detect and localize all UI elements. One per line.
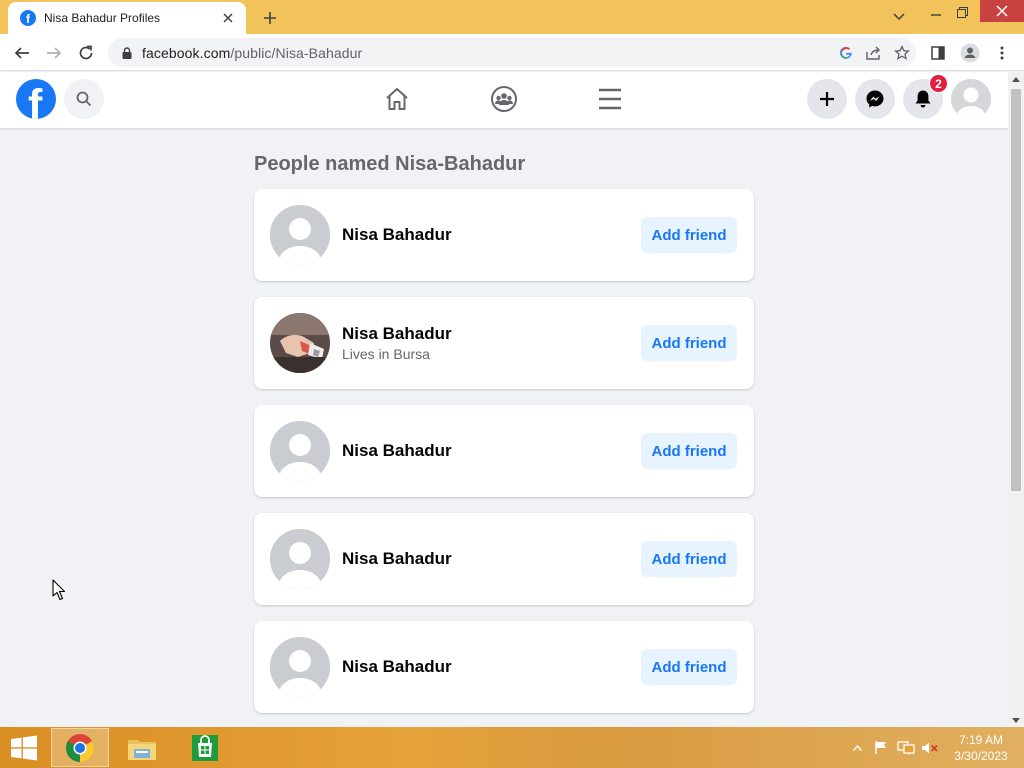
add-friend-button[interactable]: Add friend [641,649,737,685]
create-button[interactable] [807,79,847,119]
chrome-profile-icon[interactable] [956,39,984,67]
result-card[interactable]: Nisa Bahadur Lives in Bursa Add friend [254,297,754,389]
profile-photo [270,313,330,373]
browser-tab[interactable]: f Nisa Bahadur Profiles [8,2,246,34]
url-text[interactable]: facebook.com/public/Nisa-Bahadur [142,45,832,61]
facebook-logo-letter: f [28,81,43,119]
windows-taskbar: 7:19 AM 3/30/2023 [0,727,1024,768]
bookmark-star-icon[interactable] [888,39,916,67]
messenger-icon [866,90,884,108]
new-tab-button[interactable] [258,6,282,30]
result-card[interactable]: Nisa Bahadur Add friend [254,189,754,281]
google-translate-icon[interactable] [832,39,860,67]
profile-name[interactable]: Nisa Bahadur [342,225,452,245]
url-domain: facebook.com [142,44,231,61]
lock-icon[interactable] [120,46,134,59]
taskbar-file-explorer-button[interactable] [113,728,171,767]
profile-name[interactable]: Nisa Bahadur [342,657,452,677]
page-scrollbar[interactable] [1008,72,1024,727]
facebook-search-button[interactable] [64,79,104,119]
facebook-favicon-icon: f [20,10,36,26]
tab-title: Nisa Bahadur Profiles [44,11,161,25]
store-icon [192,734,218,761]
side-panel-icon[interactable] [924,39,952,67]
home-nav-icon[interactable] [382,84,412,114]
add-friend-button[interactable]: Add friend [641,325,737,361]
start-button[interactable] [0,727,48,768]
scroll-up-arrow-icon[interactable] [1008,72,1024,86]
bell-icon [915,90,931,108]
url-path: /public/Nisa-Bahadur [230,44,363,61]
plus-icon [820,92,834,106]
default-avatar-icon [270,637,330,697]
add-friend-button[interactable]: Add friend [641,217,737,253]
add-friend-button[interactable]: Add friend [641,541,737,577]
notification-badge: 2 [929,74,948,93]
default-avatar-icon [270,421,330,481]
windows-logo-icon [11,735,37,760]
result-card[interactable]: Nisa Bahadur Add friend [254,621,754,713]
browser-toolbar: facebook.com/public/Nisa-Bahadur [0,34,1024,71]
profile-name[interactable]: Nisa Bahadur [342,549,452,569]
restore-window-button[interactable] [944,0,980,24]
profile-avatar[interactable] [270,637,330,697]
share-icon[interactable] [860,39,888,67]
messenger-button[interactable] [855,79,895,119]
show-hidden-icons-button[interactable] [850,727,864,768]
profile-name[interactable]: Nisa Bahadur [342,441,452,461]
chevron-up-icon [852,744,862,751]
back-button[interactable] [8,39,36,67]
default-avatar-icon [270,529,330,589]
page-title: People named Nisa-Bahadur [254,153,526,175]
close-tab-icon[interactable] [220,10,236,26]
network-icon[interactable] [896,727,916,768]
account-avatar[interactable] [951,79,991,119]
forward-button[interactable] [40,39,68,67]
default-avatar-icon [270,205,330,265]
clock-date: 3/30/2023 [954,749,1008,763]
scroll-down-arrow-icon[interactable] [1008,713,1024,727]
mouse-cursor-icon [52,579,66,606]
profile-avatar[interactable] [270,529,330,589]
add-friend-button[interactable]: Add friend [641,433,737,469]
clock-time: 7:19 AM [958,733,1004,747]
folder-icon [128,739,156,760]
profile-location: Lives in Bursa [342,346,430,362]
profile-avatar[interactable] [270,421,330,481]
profile-name[interactable]: Nisa Bahadur [342,324,452,344]
profile-avatar[interactable] [270,205,330,265]
facebook-logo[interactable]: f [16,79,56,119]
tab-search-chevron-icon[interactable] [888,6,910,28]
action-center-flag-icon[interactable] [872,727,890,768]
chrome-menu-icon[interactable] [988,39,1016,67]
reload-button[interactable] [72,39,100,67]
address-bar[interactable]: facebook.com/public/Nisa-Bahadur [108,38,916,67]
search-icon [76,91,92,107]
result-card[interactable]: Nisa Bahadur Add friend [254,405,754,497]
scrollbar-thumb[interactable] [1011,89,1021,491]
browser-tabstrip: f Nisa Bahadur Profiles [0,0,1024,34]
result-card[interactable]: Nisa Bahadur Add friend [254,513,754,605]
volume-muted-icon[interactable] [920,727,940,768]
taskbar-store-button[interactable] [176,728,234,767]
profile-avatar[interactable] [270,313,330,373]
facebook-header: f [0,72,1008,128]
default-avatar-icon [951,79,991,119]
menu-nav-icon[interactable] [595,84,625,114]
chrome-icon [66,733,94,762]
taskbar-chrome-button[interactable] [51,728,109,767]
close-window-button[interactable] [980,0,1024,22]
system-clock[interactable]: 7:19 AM 3/30/2023 [948,732,1014,764]
groups-nav-icon[interactable] [489,84,519,114]
